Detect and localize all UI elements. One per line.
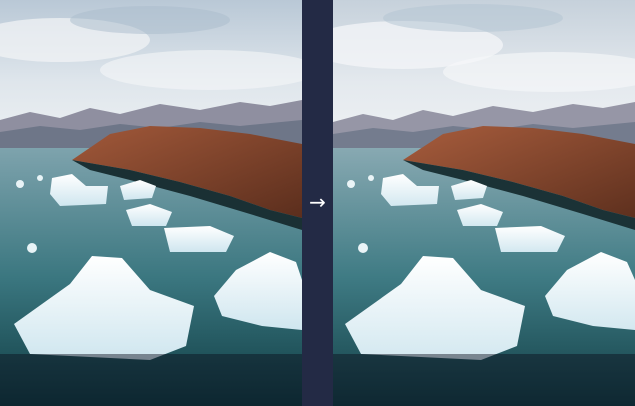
image-shade bbox=[0, 354, 302, 406]
arrow-right-icon: → bbox=[309, 190, 326, 214]
glacier-scene bbox=[0, 0, 302, 406]
glacier-scene bbox=[333, 0, 635, 406]
before-image bbox=[0, 0, 302, 406]
after-image bbox=[333, 0, 635, 406]
image-shade bbox=[333, 354, 635, 406]
comparison-divider: → bbox=[302, 0, 333, 406]
